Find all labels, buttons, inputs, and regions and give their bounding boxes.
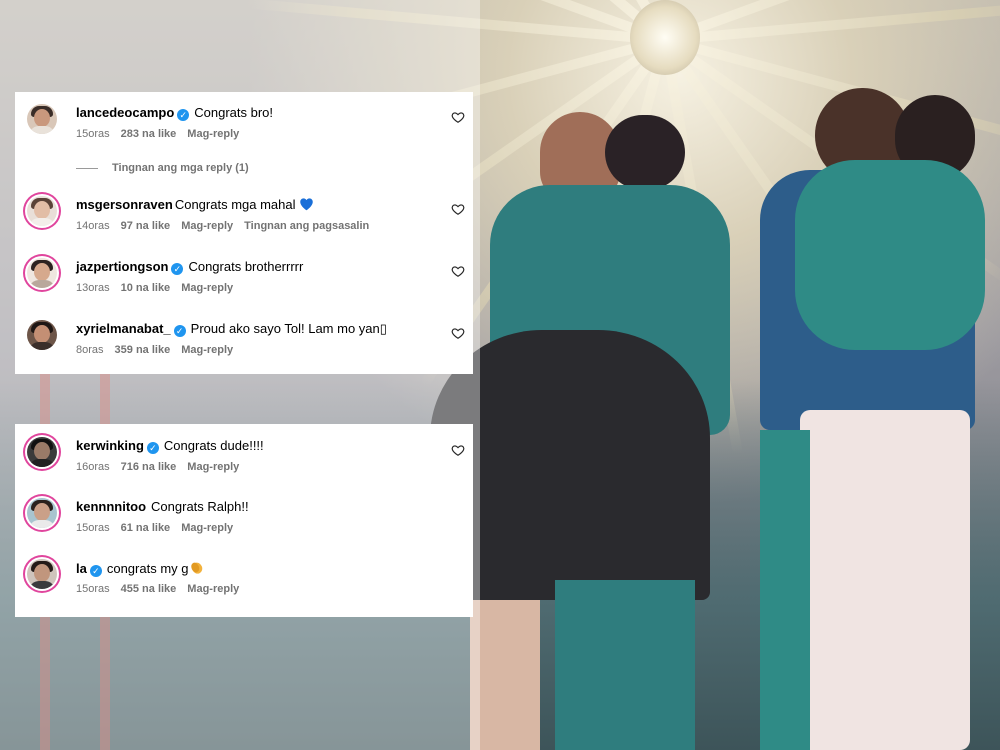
avatar[interactable]	[27, 559, 57, 589]
comment-time: 13oras	[76, 282, 110, 294]
avatar[interactable]	[27, 258, 57, 288]
comment-item: xyrielmanabat_ ✓ Proud ako sayo Tol! Lam m…	[15, 320, 473, 370]
comment-text: congrats my g	[106, 561, 189, 576]
comment-username[interactable]: kennnnitoo	[76, 499, 146, 514]
heart-outline-icon[interactable]	[451, 264, 465, 278]
comment-username[interactable]: kerwinking	[76, 438, 144, 453]
avatar[interactable]	[27, 196, 57, 226]
heart-outline-icon[interactable]	[451, 443, 465, 457]
reply-button[interactable]: Mag-reply	[187, 583, 239, 595]
view-replies-link[interactable]: Tingnan ang mga reply (1)	[76, 162, 249, 174]
verified-badge-icon: ✓	[173, 325, 186, 337]
comment-username[interactable]: xyrielmanabat_	[76, 321, 171, 336]
comments-panel-bottom: kerwinking ✓ Congrats dude!!!! 16oras 716 n…	[15, 424, 473, 617]
comment-text: Congrats Ralph!!	[151, 499, 249, 514]
reply-button[interactable]: Mag-reply	[181, 282, 233, 294]
verified-badge-icon: ✓	[177, 109, 190, 121]
comment-text: Congrats mga mahal	[174, 197, 296, 212]
comments-panel-top: lancedeocampo ✓ Congrats bro! 15oras 283 na…	[15, 92, 473, 374]
comment-item: la ✓ congrats my g 15oras 455 na like Mag-re…	[15, 559, 473, 609]
comment-time: 15oras	[76, 128, 110, 140]
comment-likes[interactable]: 455 na like	[121, 583, 177, 595]
comment-username[interactable]: lancedeocampo	[76, 105, 174, 120]
reply-button[interactable]: Mag-reply	[181, 220, 233, 232]
comment-likes[interactable]: 61 na like	[121, 522, 171, 534]
reply-button[interactable]: Mag-reply	[181, 344, 233, 356]
verified-badge-icon: ✓	[171, 263, 184, 275]
comment-text: Congrats dude!!!!	[163, 438, 264, 453]
heart-outline-icon[interactable]	[451, 110, 465, 124]
comment-text: Congrats brotherrrrr	[188, 259, 304, 274]
verified-badge-icon: ✓	[146, 442, 159, 454]
heart-outline-icon[interactable]	[451, 326, 465, 340]
reply-button[interactable]: Mag-reply	[187, 461, 239, 473]
heart-outline-icon[interactable]	[451, 202, 465, 216]
comment-item: kerwinking ✓ Congrats dude!!!! 16oras 716 n…	[15, 437, 473, 487]
comment-likes[interactable]: 283 na like	[121, 128, 177, 140]
comment-likes[interactable]: 97 na like	[121, 220, 171, 232]
comment-likes[interactable]: 359 na like	[115, 344, 171, 356]
comment-time: 15oras	[76, 522, 110, 534]
blue-heart-emoji-icon	[299, 198, 313, 211]
comment-time: 16oras	[76, 461, 110, 473]
comment-item: lancedeocampo ✓ Congrats bro! 15oras 283 na…	[15, 104, 473, 154]
avatar[interactable]	[27, 320, 57, 350]
reply-button[interactable]: Mag-reply	[181, 522, 233, 534]
avatar[interactable]	[27, 498, 57, 528]
comment-username[interactable]: msgersonraven	[76, 197, 173, 212]
comment-item: jazpertiongson ✓ Congrats brotherrrrr 13or…	[15, 258, 473, 308]
avatar[interactable]	[27, 437, 57, 467]
see-translation-link[interactable]: Tingnan ang pagsasalin	[244, 220, 369, 232]
clapping-hands-emoji-icon	[190, 562, 202, 574]
comment-text: Congrats bro!	[194, 105, 274, 120]
comment-text: Proud ako sayo Tol! Lam mo yan▯	[190, 321, 387, 336]
comment-item: msgersonraven Congrats mga mahal 14oras 97…	[15, 196, 473, 246]
comment-time: 8oras	[76, 344, 104, 356]
reply-button[interactable]: Mag-reply	[187, 128, 239, 140]
comment-item: kennnnitoo Congrats Ralph!! 15oras 61 na l…	[15, 498, 473, 548]
verified-badge-icon: ✓	[89, 565, 102, 577]
comment-time: 14oras	[76, 220, 110, 232]
comment-username[interactable]: jazpertiongson	[76, 259, 168, 274]
comment-username[interactable]: la	[76, 561, 87, 576]
comment-likes[interactable]: 10 na like	[121, 282, 171, 294]
avatar[interactable]	[27, 104, 57, 134]
comment-time: 15oras	[76, 583, 110, 595]
comment-likes[interactable]: 716 na like	[121, 461, 177, 473]
